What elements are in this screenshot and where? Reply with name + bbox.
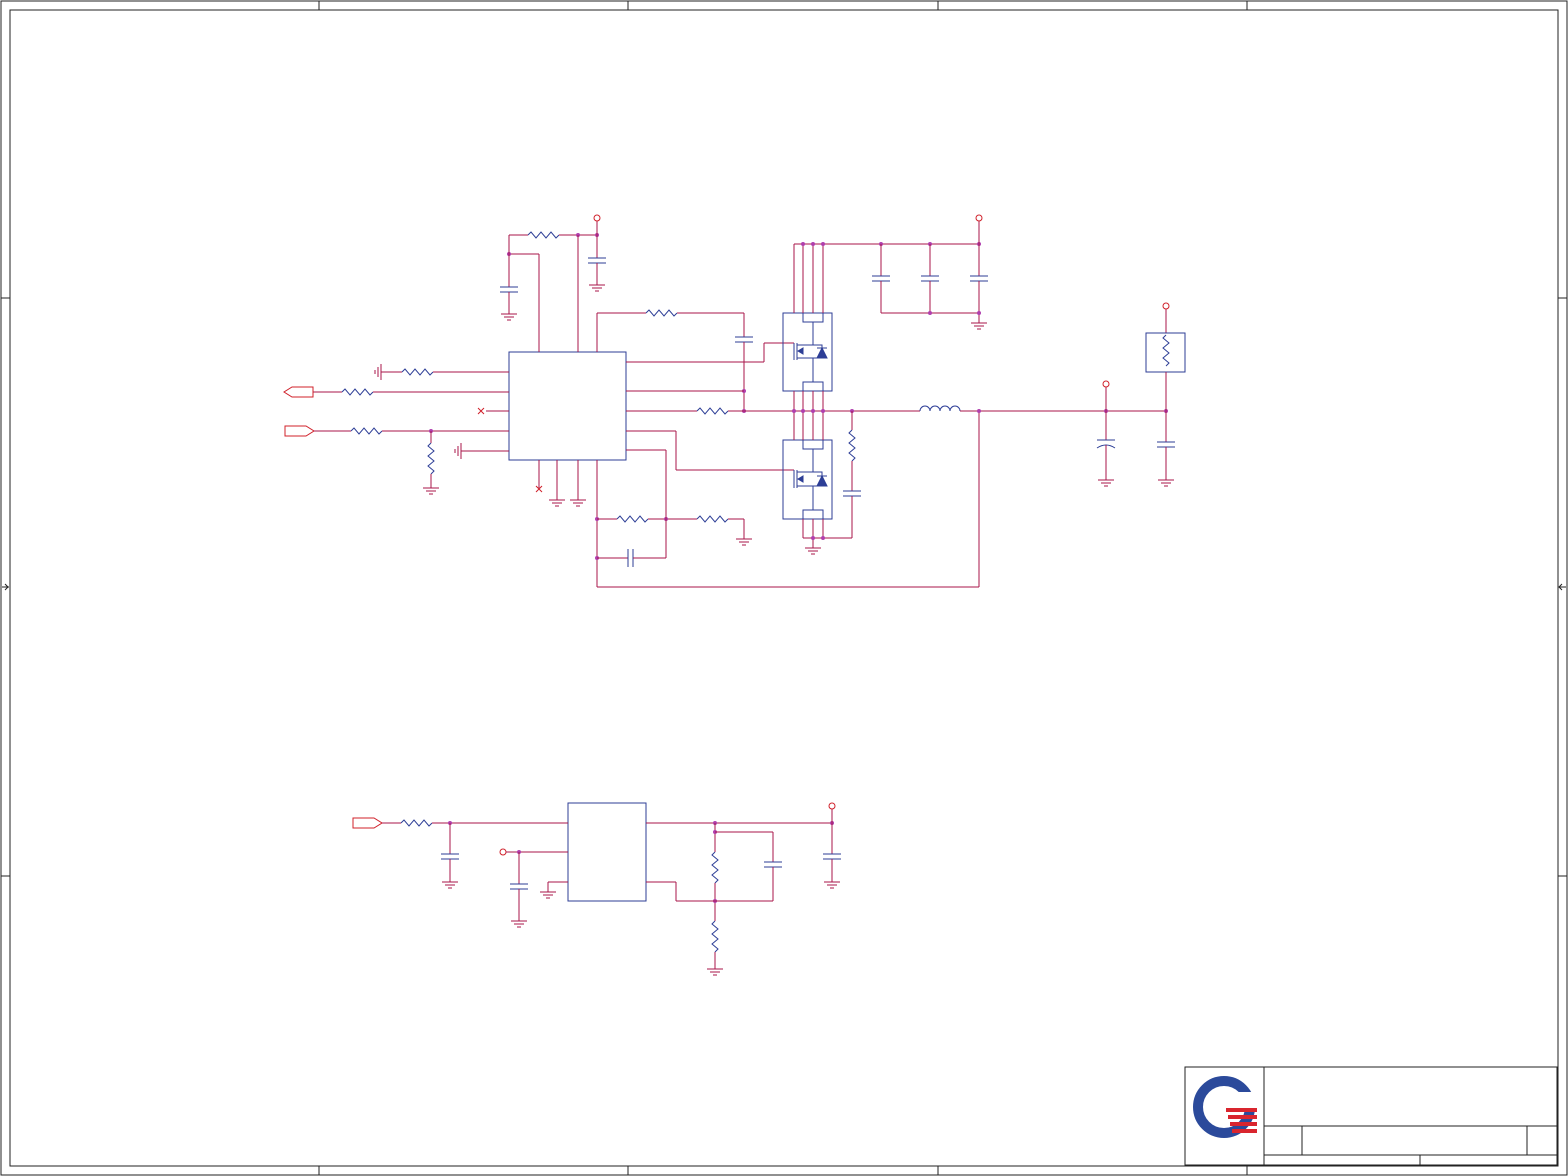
power-pin-icon [1102, 380, 1110, 388]
sheet-frame [0, 0, 1568, 1176]
high-side-mosfet [782, 312, 833, 392]
ground-icon [1098, 479, 1114, 487]
schematic-sheet [0, 0, 1568, 1176]
ground-icon [589, 284, 605, 292]
controller-left-nets [283, 364, 509, 495]
ground-icon [454, 443, 467, 459]
ground-icon [971, 322, 987, 330]
ground-icon [736, 538, 752, 546]
ldo-input-nets [352, 817, 568, 928]
input-port-icon [352, 817, 383, 829]
controller-right-nets [596, 309, 920, 471]
ground-icon [570, 499, 586, 507]
input-rail [793, 214, 988, 330]
power-pin-icon [1162, 302, 1170, 310]
controller-top-nets [500, 214, 606, 352]
controller-ic [508, 351, 627, 461]
ground-icon [707, 968, 723, 976]
ground-icon [1158, 479, 1174, 487]
company-logo [1193, 1076, 1258, 1138]
inductor-icon [919, 405, 961, 412]
power-pin-icon [499, 848, 507, 856]
ground-icon [501, 313, 517, 321]
ground-icon [423, 487, 439, 495]
ground-icon [824, 881, 840, 889]
ground-icon [442, 881, 458, 889]
low-side-mosfet [782, 439, 833, 520]
ldo-output-nets [646, 802, 841, 976]
ground-icon [511, 920, 527, 928]
power-pin-icon [975, 214, 983, 222]
power-pin-icon [593, 214, 601, 222]
ground-icon [540, 891, 556, 899]
input-port-icon [284, 425, 315, 437]
title-block [1184, 1066, 1558, 1166]
ldo-ic [567, 802, 647, 902]
load-block [1145, 332, 1186, 373]
controller-bottom-nets [535, 411, 980, 588]
ground-icon [374, 364, 387, 380]
ground-icon [805, 547, 821, 555]
power-pin-icon [828, 802, 836, 810]
output-stage [919, 302, 1186, 487]
ground-icon [549, 499, 565, 507]
output-port-icon [283, 386, 314, 398]
